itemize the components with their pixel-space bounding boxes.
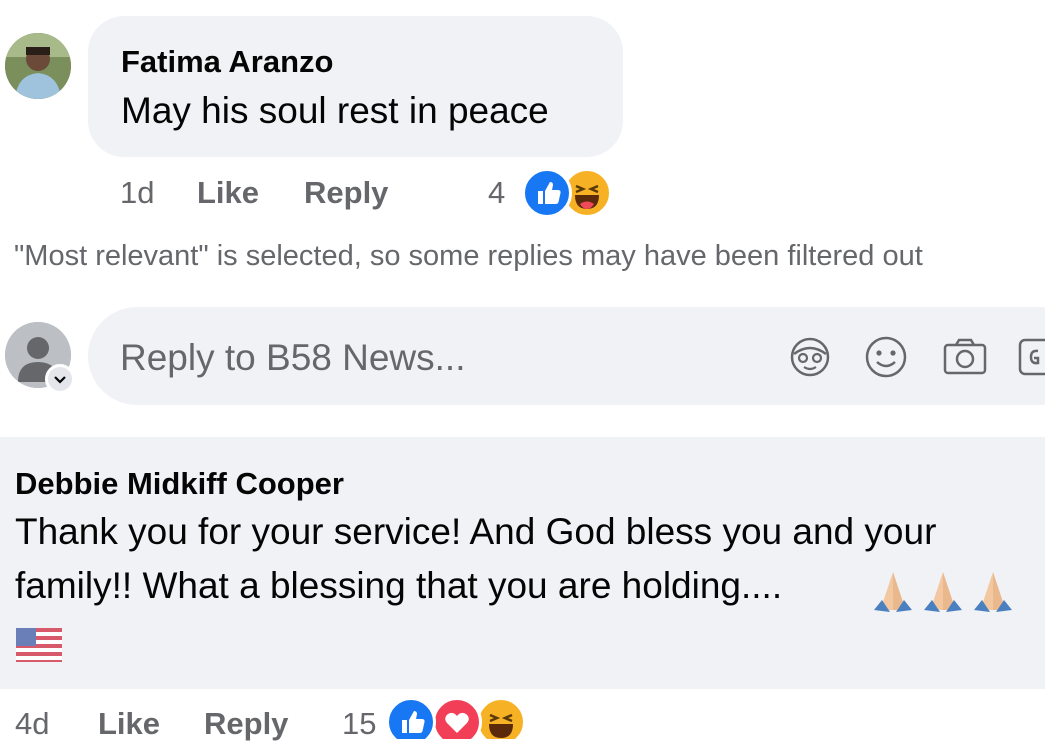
- us-flag-icon: [16, 628, 62, 662]
- comment-text-line: Thank you for your service! And God bles…: [15, 511, 937, 552]
- reply-button[interactable]: Reply: [204, 706, 288, 742]
- reaction-summary[interactable]: 15: [342, 697, 532, 739]
- comment-time[interactable]: 4d: [15, 706, 49, 742]
- reply-button[interactable]: Reply: [304, 175, 388, 211]
- like-icon: [386, 697, 436, 739]
- chevron-down-icon[interactable]: [45, 364, 75, 394]
- comment-time[interactable]: 1d: [120, 175, 154, 211]
- reaction-count: 15: [342, 706, 377, 739]
- filter-notice: "Most relevant" is selected, so some rep…: [14, 240, 923, 272]
- love-icon: [432, 697, 482, 739]
- avatar-sticker-icon[interactable]: [786, 334, 834, 380]
- comment-author[interactable]: Fatima Aranzo: [121, 44, 333, 80]
- reaction-summary[interactable]: 4: [488, 168, 618, 220]
- like-button[interactable]: Like: [98, 706, 160, 742]
- like-button[interactable]: Like: [197, 175, 259, 211]
- emoji-row: [870, 568, 1020, 614]
- comment-author[interactable]: Debbie Midkiff Cooper: [15, 466, 344, 502]
- emoji-icon[interactable]: [862, 334, 910, 380]
- reaction-count: 4: [488, 175, 506, 210]
- folded-hands-icon: [974, 572, 1012, 612]
- folded-hands-icon: [924, 572, 962, 612]
- camera-icon[interactable]: [940, 334, 990, 380]
- haha-icon: [476, 697, 526, 739]
- comment-text-line: family!! What a blessing that you are ho…: [15, 565, 783, 606]
- commenter-avatar[interactable]: [5, 33, 71, 99]
- like-icon: [522, 168, 572, 218]
- comment-text: May his soul rest in peace: [121, 90, 549, 131]
- gif-icon[interactable]: [1018, 336, 1045, 378]
- folded-hands-icon: [874, 572, 912, 612]
- reply-input[interactable]: [120, 333, 720, 383]
